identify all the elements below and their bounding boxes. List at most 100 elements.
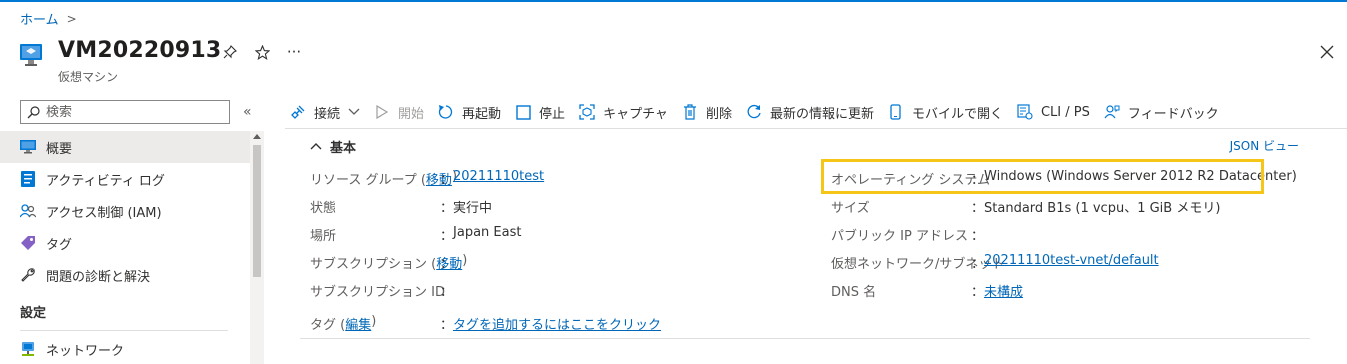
subscription-id-label: サブスクリプション ID <box>310 285 445 300</box>
title-actions: ··· <box>222 43 302 61</box>
close-icon[interactable] <box>1319 44 1335 60</box>
sidebar-item-label: アクティビティ ログ <box>46 173 165 189</box>
size-label: サイズ <box>831 201 870 216</box>
activity-log-icon <box>20 171 36 187</box>
vnet-value-link[interactable]: 20211110test-vnet/default <box>984 253 1159 272</box>
cli-icon <box>1017 104 1033 120</box>
add-tags-link[interactable]: タグを追加するにはここをクリック <box>453 314 661 333</box>
more-options-icon[interactable]: ··· <box>286 43 302 61</box>
subscription-label: サブスクリプション ( <box>310 257 437 272</box>
location-value-row: ： Japan East <box>440 225 521 244</box>
chevron-right-icon: > <box>66 11 77 26</box>
subscription-value-row: ： <box>440 253 453 272</box>
resource-group-value-link[interactable]: 20211110test <box>453 169 544 188</box>
tags-edit-link[interactable]: 編集 <box>345 314 371 333</box>
colon: ： <box>440 201 454 216</box>
restart-button[interactable]: 再起動 <box>438 103 501 122</box>
subscription-id-row: サブスクリプション ID <box>310 281 445 300</box>
scroll-up-icon[interactable] <box>253 134 261 139</box>
top-accent-line <box>0 0 1347 2</box>
virtual-machine-icon <box>20 44 42 66</box>
sidebar-item-tags[interactable]: タグ <box>0 227 250 259</box>
sidebar-scrollbar[interactable] <box>250 131 264 364</box>
scrollbar-thumb[interactable] <box>253 145 261 277</box>
essentials-title: 基本 <box>330 141 357 156</box>
os-highlight-box <box>821 159 1264 194</box>
capture-button[interactable]: キャプチャ <box>579 103 668 122</box>
colon: ： <box>440 318 454 333</box>
connect-button[interactable]: 接続 <box>290 103 360 122</box>
refresh-button[interactable]: 最新の情報に更新 <box>746 103 874 122</box>
colon: ： <box>971 285 985 300</box>
feedback-button[interactable]: フィードバック <box>1104 103 1219 122</box>
status-row: 状態 <box>310 197 336 216</box>
public-ip-label: パブリック IP アドレス <box>831 229 968 244</box>
colon: ： <box>971 229 985 244</box>
page-title: VM20220913 <box>58 38 222 63</box>
open-in-mobile-button[interactable]: モバイルで開く <box>888 103 1003 122</box>
colon: ： <box>971 257 985 272</box>
dns-label: DNS 名 <box>831 285 877 300</box>
sidebar-item-label: タグ <box>46 237 73 253</box>
breadcrumb-home-link[interactable]: ホーム <box>20 9 59 28</box>
favorite-star-icon[interactable] <box>254 44 270 60</box>
stop-label: 停止 <box>539 106 566 122</box>
start-button[interactable]: 開始 <box>374 103 424 122</box>
json-view-link[interactable]: JSON ビュー <box>1230 137 1299 154</box>
plug-icon <box>290 104 306 120</box>
delete-button[interactable]: 削除 <box>682 103 732 122</box>
sidebar-section-settings: 設定 <box>20 305 47 321</box>
chevron-up-icon <box>310 139 322 154</box>
sidebar-item-label: アクセス制御 (IAM) <box>46 205 162 221</box>
delete-label: 削除 <box>705 106 732 122</box>
location-label: 場所 <box>310 229 337 244</box>
sidebar-item-label: 問題の診断と解決 <box>46 269 151 285</box>
stop-icon <box>515 104 531 120</box>
refresh-icon <box>746 104 762 120</box>
play-icon <box>374 104 390 120</box>
colon: ： <box>440 285 454 300</box>
colon: ： <box>971 201 985 216</box>
essentials-bottom-divider <box>300 338 1310 339</box>
resource-group-value-row: ： 20211110test <box>440 169 544 188</box>
feedback-label: フィードバック <box>1127 106 1219 122</box>
status-value: 実行中 <box>453 201 493 216</box>
pin-icon[interactable] <box>222 44 238 60</box>
dns-value-row: ：未構成 <box>971 281 1023 300</box>
dns-value-link[interactable]: 未構成 <box>984 281 1023 300</box>
sidebar-item-access-control[interactable]: アクセス制御 (IAM) <box>0 195 250 227</box>
breadcrumb: ホーム > <box>20 9 77 29</box>
essentials-toggle[interactable]: 基本 <box>310 137 356 156</box>
people-icon <box>20 203 36 219</box>
sidebar-search-box[interactable] <box>20 100 230 124</box>
chevron-down-icon <box>348 105 360 120</box>
tag-icon <box>20 235 36 251</box>
sidebar-item-diagnose[interactable]: 問題の診断と解決 <box>0 259 250 291</box>
feedback-icon <box>1104 104 1120 120</box>
mobile-icon <box>888 104 904 120</box>
network-icon <box>20 341 36 357</box>
resource-group-row: リソース グループ (移動) <box>310 169 457 188</box>
search-icon <box>27 105 40 118</box>
stop-button[interactable]: 停止 <box>515 103 565 122</box>
refresh-label: 最新の情報に更新 <box>769 106 874 122</box>
sidebar-item-overview[interactable]: 概要 <box>0 131 250 163</box>
cli-ps-button[interactable]: CLI / PS <box>1017 104 1090 120</box>
connect-label: 接続 <box>314 106 341 122</box>
colon: ： <box>440 257 454 272</box>
sidebar-item-activity-log[interactable]: アクティビティ ログ <box>0 163 250 195</box>
status-label: 状態 <box>310 201 337 216</box>
collapse-sidebar-icon[interactable]: « <box>243 104 252 120</box>
subscription-label-end: ) <box>462 253 468 268</box>
colon: ： <box>440 229 454 244</box>
sidebar-item-network[interactable]: ネットワーク <box>0 333 250 364</box>
public-ip-row: パブリック IP アドレス <box>831 225 968 244</box>
restart-label: 再起動 <box>462 106 502 122</box>
toolbar-divider <box>285 128 1347 129</box>
tags-label-end: ) <box>371 314 377 329</box>
capture-label: キャプチャ <box>603 106 668 122</box>
sidebar-search-input[interactable] <box>46 104 216 120</box>
vnet-value-row: ： 20211110test-vnet/default <box>971 253 1159 272</box>
capture-icon <box>579 104 595 120</box>
tags-label: タグ ( <box>310 318 346 333</box>
